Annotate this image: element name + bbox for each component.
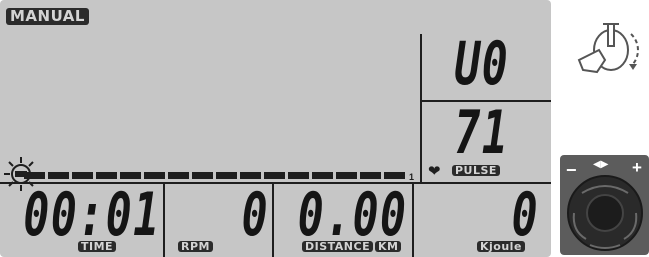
- distance-energy-divider: [412, 183, 414, 257]
- pulse-readout: 71: [454, 98, 509, 168]
- distance-readout: 0.00: [297, 180, 407, 250]
- time-label: TIME: [78, 241, 117, 252]
- level-readout: U0: [454, 29, 509, 99]
- rpm-label: RPM: [178, 241, 213, 252]
- energy-label: Kjoule: [477, 241, 525, 252]
- lcd-display: MANUAL U0 71 ❤ PULSE 1 00:01 TIME 0 RPM …: [0, 0, 551, 257]
- energy-readout: 0: [511, 180, 539, 250]
- direction-arrows-icon: ◀▶: [593, 159, 609, 170]
- control-knob-panel[interactable]: − ◀▶ +: [560, 155, 649, 255]
- distance-label: DISTANCE: [302, 241, 374, 252]
- distance-unit-label: KM: [375, 241, 402, 252]
- heart-icon: ❤: [428, 163, 441, 180]
- profile-scale-end-label: 1: [409, 172, 415, 182]
- program-mode-label: MANUAL: [6, 8, 89, 25]
- rotary-knob[interactable]: [564, 173, 646, 253]
- time-rpm-divider: [163, 183, 165, 257]
- time-readout: 00:01: [23, 180, 161, 250]
- pulse-label: PULSE: [452, 165, 500, 176]
- rpm-readout: 0: [241, 180, 269, 250]
- hand-rotate-icon: [577, 23, 639, 74]
- rpm-distance-divider: [272, 183, 274, 257]
- right-panel-divider: [420, 34, 422, 184]
